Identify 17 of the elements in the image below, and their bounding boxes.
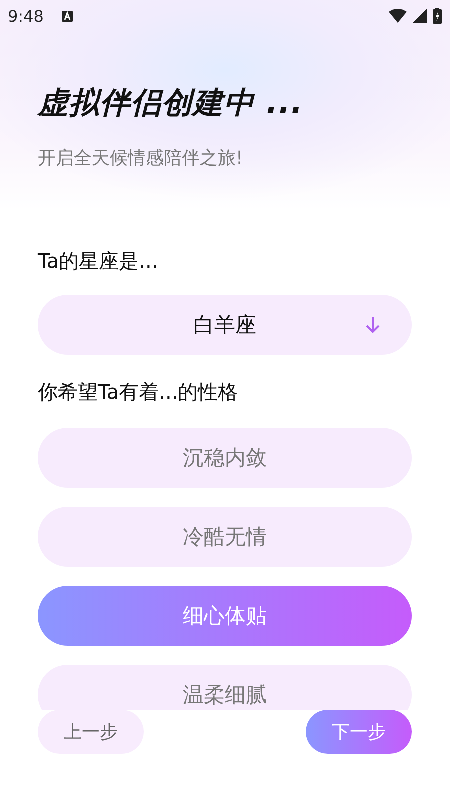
back-button[interactable]: 上一步 [38, 710, 144, 754]
status-time: 9:48 [8, 6, 44, 26]
page-title: 虚拟伴侣创建中 ... [38, 85, 305, 123]
personality-option[interactable]: 冷酷无情 [38, 507, 412, 567]
personality-option[interactable]: 沉稳内敛 [38, 428, 412, 488]
battery-icon [433, 8, 442, 24]
question-label: Ta的星座是... [37, 248, 160, 275]
wifi-icon [389, 9, 407, 23]
page-subtitle: 开启全天候情感陪伴之旅! [38, 147, 244, 170]
next-button[interactable]: 下一步 [306, 710, 412, 754]
zodiac-dropdown[interactable]: 白羊座 [38, 295, 412, 355]
question-label: 你希望Ta有着...的性格 [37, 379, 240, 406]
keyboard-notification-icon [62, 10, 73, 22]
signal-icon [413, 9, 427, 23]
down-arrow-icon [366, 316, 380, 334]
personality-option[interactable]: 细心体贴 [38, 586, 412, 646]
personality-option[interactable]: 温柔细腻 [38, 665, 412, 710]
